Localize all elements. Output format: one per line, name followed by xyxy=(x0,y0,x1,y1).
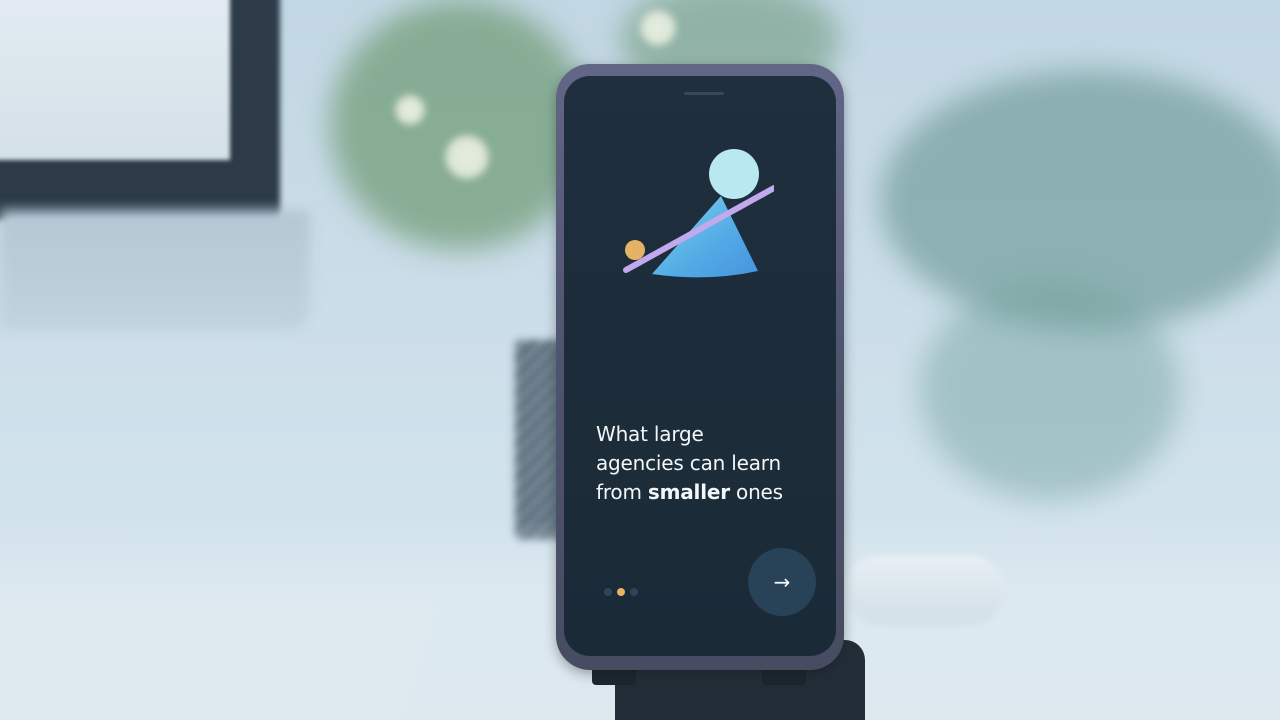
headline-line-1: What large xyxy=(596,422,704,446)
arrow-right-icon: → xyxy=(773,570,791,594)
balance-illustration xyxy=(623,149,774,278)
background-flower xyxy=(445,135,489,179)
cyan-circle-shape xyxy=(709,149,759,199)
headline-line-3-suffix: ones xyxy=(729,480,783,504)
phone-device: What large agencies can learn from small… xyxy=(556,64,844,670)
next-button[interactable]: → xyxy=(748,548,816,616)
pagination-dot[interactable] xyxy=(630,588,638,596)
background-flower xyxy=(640,10,676,46)
background-monitor-stand xyxy=(0,210,310,330)
onboarding-headline: What large agencies can learn from small… xyxy=(596,420,826,507)
headline-line-3: from smaller ones xyxy=(596,478,826,507)
headline-line-2: agencies can learn xyxy=(596,451,781,475)
pagination-dot-active[interactable] xyxy=(617,588,625,596)
phone-speaker xyxy=(684,92,724,95)
background-plant-left xyxy=(330,0,590,250)
background-mouse xyxy=(845,555,1005,625)
background-plant-right-low xyxy=(920,280,1180,500)
headline-emphasis: smaller xyxy=(647,480,730,504)
orange-circle-shape xyxy=(625,240,645,260)
background-monitor-screen xyxy=(0,0,230,160)
pagination-dots xyxy=(604,588,638,596)
headline-line-3-prefix: from xyxy=(596,480,648,504)
photo-scene: What large agencies can learn from small… xyxy=(0,0,1280,720)
background-keyboard xyxy=(0,600,443,720)
background-flower xyxy=(395,95,425,125)
pagination-dot[interactable] xyxy=(604,588,612,596)
phone-screen: What large agencies can learn from small… xyxy=(564,76,836,656)
